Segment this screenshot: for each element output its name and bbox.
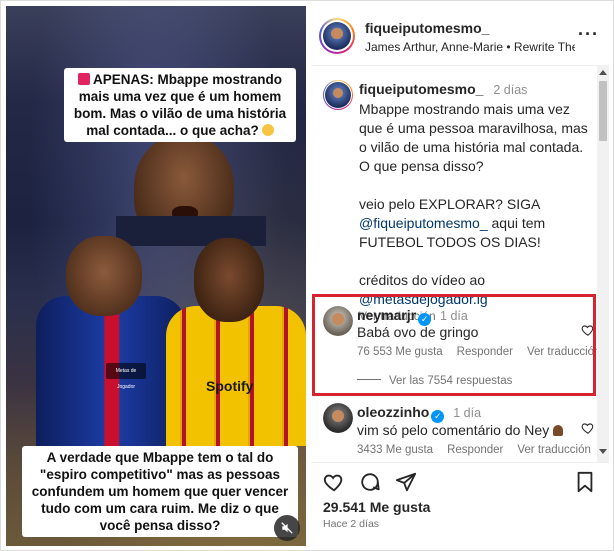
video-figure-left (66, 236, 142, 316)
caption-line-2: veio pelo EXPLORAR? SIGA @fiqueiputomesm… (359, 195, 589, 252)
comment-avatar-oleozzinho[interactable] (323, 403, 353, 433)
video-caption-top: APENAS: Mbappe mostrando mais uma vez qu… (64, 68, 296, 142)
caption-avatar[interactable] (323, 80, 353, 110)
scroll-thumb[interactable] (599, 81, 607, 141)
comments-scrollbar[interactable] (597, 66, 609, 462)
comment-translate-button[interactable]: Ver traducción (517, 444, 591, 456)
thinking-emoji-icon (261, 124, 274, 136)
bookmark-icon[interactable] (575, 471, 595, 493)
post-date: Hace 2 días (323, 518, 380, 530)
video-caption-top-prefix: APENAS: (92, 72, 154, 87)
comment-body-text: vim só pelo comentário do Ney (357, 422, 550, 438)
video-figure-right (194, 238, 264, 322)
post-header: fiqueiputomesmo_ James Arthur, Anne-Mari… (311, 6, 609, 66)
action-bar (311, 462, 609, 500)
scroll-down-arrow-icon[interactable] (599, 449, 607, 454)
more-options-button[interactable]: ··· (578, 24, 599, 45)
caption-line-3: créditos do vídeo ao (359, 272, 486, 288)
video-figure-right-shirt (166, 306, 306, 446)
more-dots-icon: ··· (578, 24, 599, 44)
caption-username[interactable]: fiqueiputomesmo_ (359, 81, 483, 97)
comment-reply-button[interactable]: Responder (447, 444, 503, 456)
post-caption: fiqueiputomesmo_ 2 días Mbappe mostrando… (359, 80, 589, 326)
comment-icon[interactable] (359, 471, 381, 493)
comment-body: vim só pelo comentário do Ney (357, 421, 564, 439)
mute-button[interactable] (274, 515, 300, 541)
comments-section[interactable]: fiqueiputomesmo_ 2 días Mbappe mostrando… (311, 66, 609, 462)
highlight-box (312, 294, 596, 396)
heart-icon[interactable] (323, 471, 345, 493)
mute-icon (281, 522, 293, 534)
author-avatar[interactable] (319, 18, 355, 54)
scroll-up-arrow-icon[interactable] (599, 70, 607, 75)
likes-count[interactable]: 29.541 Me gusta (323, 499, 430, 515)
comment-oleozzinho: oleozzinho ✓ 1 día (357, 403, 481, 423)
caption-line-1: Mbappe mostrando mais uma vez que é uma … (359, 101, 588, 174)
video-player[interactable]: Spotify Metas de Jogador APENAS: Mbappe … (6, 6, 306, 546)
author-username[interactable]: fiqueiputomesmo_ (365, 20, 489, 36)
video-caption-bottom: A verdade que Mbappe tem o tal do "espir… (22, 446, 298, 537)
caption-time: 2 días (493, 83, 528, 97)
comment-username[interactable]: oleozzinho (357, 404, 429, 420)
audio-track-link[interactable]: James Arthur, Anne-Marie • Rewrite The .… (365, 40, 575, 54)
heart-icon[interactable] (581, 421, 595, 435)
share-icon[interactable] (395, 471, 417, 493)
caption-line-2a: veio pelo EXPLORAR? SIGA (359, 196, 540, 212)
video-watermark: Metas de Jogador (106, 363, 146, 390)
praying-hands-emoji-icon (553, 425, 564, 436)
comment-meta: 3433 Me gusta Responder Ver traducción (357, 444, 605, 456)
comment-time: 1 día (453, 406, 482, 420)
siren-icon (77, 73, 90, 85)
shirt-sponsor-text: Spotify (206, 378, 254, 394)
comment-likes[interactable]: 3433 Me gusta (357, 444, 433, 456)
caption-mention-1[interactable]: @fiqueiputomesmo_ (359, 215, 488, 231)
